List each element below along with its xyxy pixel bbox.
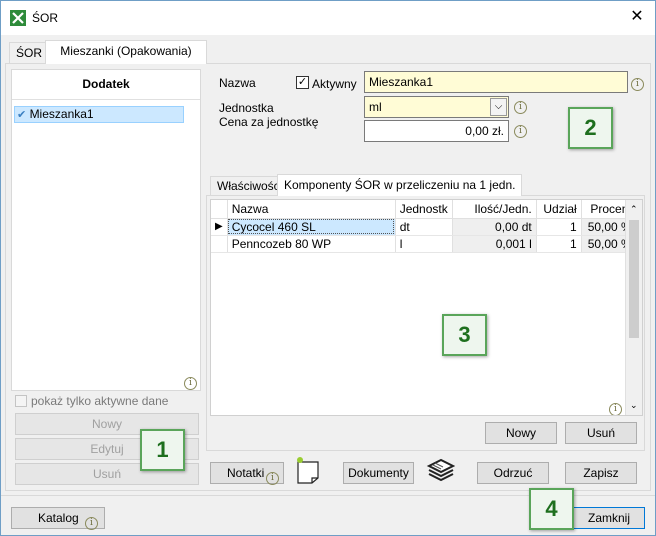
name-input[interactable]: Mieszanka1 [364, 71, 628, 93]
cell-name[interactable]: Cycocel 460 SL [227, 218, 396, 236]
notes-button-label: Notatki [227, 466, 265, 480]
left-panel-header: Dodatek [82, 77, 130, 91]
close-button[interactable]: Zamknij [573, 507, 645, 529]
active-checkbox[interactable]: ✓ [296, 76, 309, 89]
window-title: ŚOR [32, 11, 59, 25]
scrollbar-thumb[interactable] [629, 220, 639, 338]
list-item[interactable]: ✔ Mieszanka1 [14, 106, 184, 123]
save-button[interactable]: Zapisz [565, 462, 637, 484]
vertical-scrollbar[interactable]: ⌃ ⌄ [625, 200, 642, 415]
note-icon[interactable] [295, 456, 321, 484]
row-indicator-cell [211, 235, 228, 253]
notes-button[interactable]: Notatki i [210, 462, 284, 486]
cell-share[interactable]: 1 [536, 218, 582, 236]
only-active-label: pokaż tylko aktywne dane [31, 394, 169, 408]
main-window: ŚOR ✕ ŚOR Mieszanki (Opakowania) Dodatek… [0, 0, 656, 536]
cell-share[interactable]: 1 [536, 235, 582, 253]
table-header-row: Nazwa Jednostk Ilość/Jedn. Udział Procen… [211, 200, 637, 219]
scroll-up-icon[interactable]: ⌃ [630, 204, 638, 215]
unit-select-value: ml [369, 100, 382, 114]
components-panel: Nazwa Jednostk Ilość/Jedn. Udział Procen… [206, 195, 645, 451]
catalog-button-label: Katalog [38, 511, 79, 525]
cell-qty: 0,00 dt [452, 218, 537, 236]
info-icon: i [266, 466, 279, 486]
grid-new-button[interactable]: Nowy [485, 422, 557, 444]
info-icon[interactable]: i [631, 75, 644, 91]
row-indicator-header [211, 200, 228, 219]
info-icon[interactable]: i [514, 98, 527, 114]
badge-1: 1 [140, 429, 185, 471]
info-icon[interactable]: i [609, 400, 622, 415]
documents-stack-icon[interactable] [425, 454, 455, 486]
dropdown-chevron-icon[interactable]: ⌵ [490, 98, 507, 116]
checkmark-icon: ✔ [17, 109, 27, 121]
only-active-checkbox[interactable] [15, 395, 27, 407]
cell-unit[interactable]: dt [395, 218, 453, 236]
badge-4: 4 [529, 488, 574, 530]
header-divider [12, 99, 200, 100]
app-x-icon [10, 10, 26, 26]
tab-sor[interactable]: ŚOR [9, 42, 50, 64]
column-qty[interactable]: Ilość/Jedn. [452, 200, 537, 219]
scroll-down-icon[interactable]: ⌄ [630, 400, 638, 411]
info-icon: i [85, 511, 98, 531]
list-item-label: Mieszanka1 [29, 107, 94, 121]
left-list-panel: Dodatek ✔ Mieszanka1 i [11, 69, 201, 391]
close-window-button[interactable]: ✕ [629, 8, 645, 26]
components-table: Nazwa Jednostk Ilość/Jedn. Udział Procen… [211, 200, 637, 253]
reject-button[interactable]: Odrzuć [477, 462, 549, 484]
column-name[interactable]: Nazwa [227, 200, 396, 219]
cell-unit[interactable]: l [395, 235, 453, 253]
cell-qty: 0,001 l [452, 235, 537, 253]
title-bar: ŚOR ✕ [1, 1, 655, 35]
price-label: Cena za jednostkę [219, 115, 319, 129]
badge-3: 3 [442, 314, 487, 356]
unit-select[interactable]: ml ⌵ [364, 96, 509, 118]
price-input[interactable]: 0,00 zł. [364, 120, 509, 142]
documents-button[interactable]: Dokumenty [343, 462, 414, 484]
components-grid[interactable]: Nazwa Jednostk Ilość/Jedn. Udział Procen… [210, 199, 643, 416]
name-label: Nazwa [219, 76, 256, 90]
column-unit[interactable]: Jednostk [395, 200, 453, 219]
info-icon[interactable]: i [514, 122, 527, 138]
info-icon[interactable]: i [184, 374, 197, 390]
table-row[interactable]: ▶ Cycocel 460 SL dt 0,00 dt 1 50,00 % [211, 218, 637, 236]
badge-2: 2 [568, 107, 613, 149]
tab-components[interactable]: Komponenty ŚOR w przeliczeniu na 1 jedn. [277, 174, 523, 196]
table-row[interactable]: Penncozeb 80 WP l 0,001 l 1 50,00 % [211, 235, 637, 253]
unit-label: Jednostka [219, 101, 274, 115]
cell-name[interactable]: Penncozeb 80 WP [227, 235, 396, 253]
tab-mieszanki[interactable]: Mieszanki (Opakowania) [45, 40, 207, 64]
column-share[interactable]: Udział [536, 200, 582, 219]
active-label: Aktywny [312, 77, 357, 91]
grid-delete-button[interactable]: Usuń [565, 422, 637, 444]
catalog-button[interactable]: Katalog i [11, 507, 105, 531]
row-indicator-icon: ▶ [211, 218, 228, 236]
